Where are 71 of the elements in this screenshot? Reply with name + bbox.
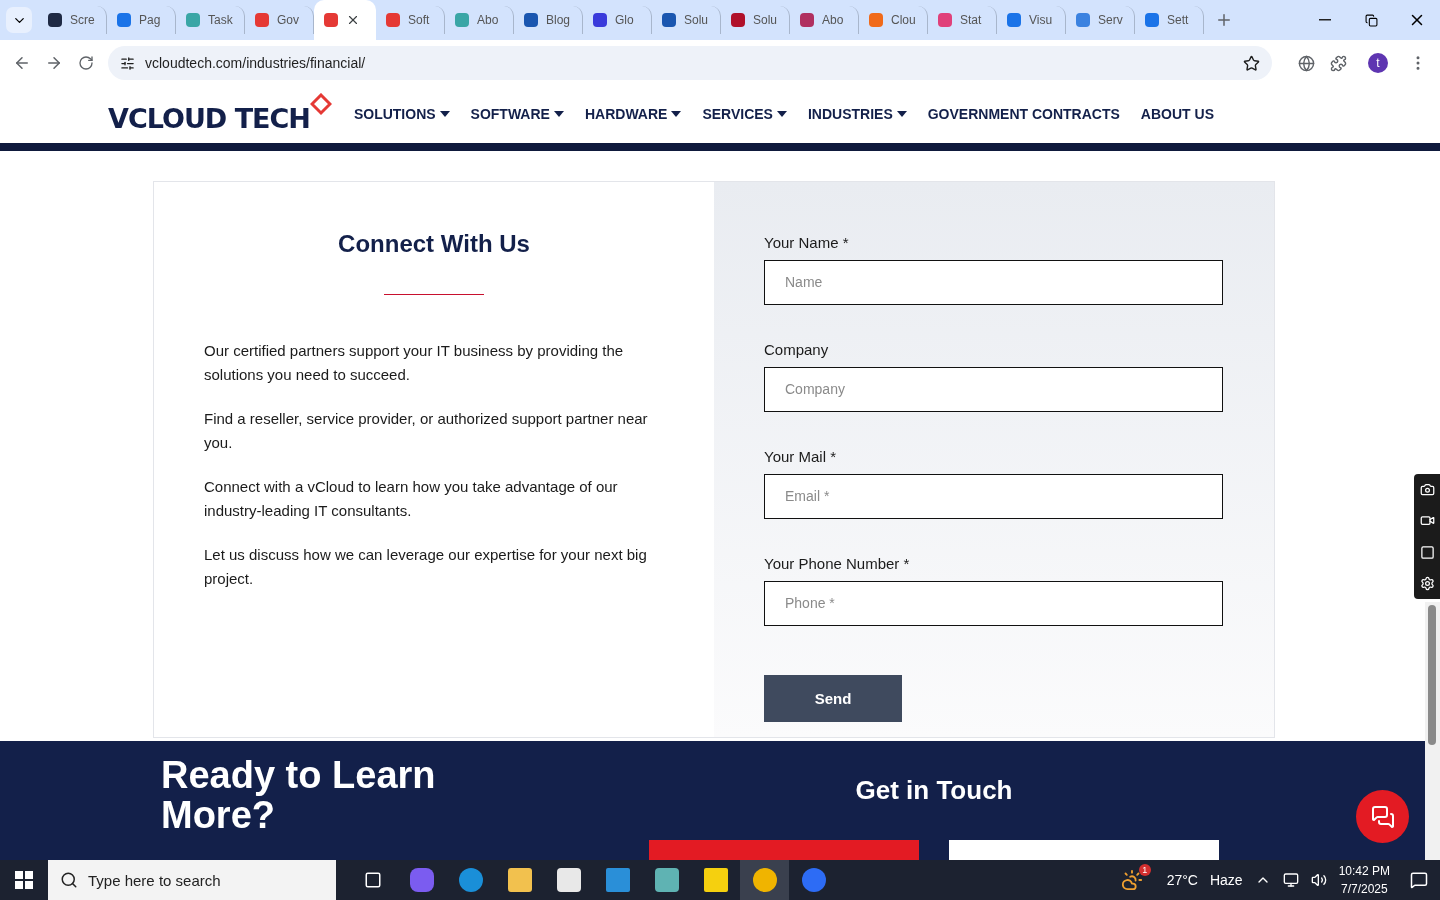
nav-link[interactable]: ABOUT US (1140, 106, 1214, 123)
input-field[interactable]: Email * (764, 473, 1223, 519)
search-icon (60, 871, 78, 889)
scrollbar-thumb[interactable] (1428, 605, 1436, 745)
address-bar[interactable]: vcloudtech.com/industries/financial/ (108, 46, 1272, 80)
browser-tab[interactable]: Serv (1066, 6, 1135, 34)
field-label: Company (764, 340, 830, 358)
browser-tab[interactable] (314, 0, 376, 40)
notifications-icon[interactable] (1410, 871, 1428, 889)
chat-icon (1370, 804, 1395, 829)
site-settings-icon[interactable] (120, 55, 135, 71)
browser-tab[interactable]: Abo (445, 6, 514, 34)
restore-icon (1364, 13, 1378, 27)
clock[interactable]: 10:42 PM 7/7/2025 (1338, 862, 1390, 898)
tab-search-button[interactable] (6, 7, 32, 33)
send-button[interactable]: Send (764, 674, 902, 722)
browser-tab[interactable]: Pag (107, 6, 176, 34)
footer-heading: Ready to Learn More? (161, 755, 437, 838)
browser-tab[interactable]: Glo (583, 6, 652, 34)
field-label: Your Phone Number * (764, 554, 911, 572)
logo-mark-icon (309, 93, 332, 118)
volume-icon[interactable] (1310, 872, 1327, 888)
nav-link[interactable]: SERVICES (702, 106, 787, 123)
profile-avatar[interactable]: t (1368, 53, 1388, 73)
windows-icon (15, 871, 33, 889)
browser-tab[interactable]: Solu (721, 6, 790, 34)
url-text: vcloudtech.com/industries/financial/ (145, 55, 367, 71)
browser-tab[interactable]: Clou (859, 6, 928, 34)
weather-icon[interactable] (1120, 869, 1143, 891)
paragraph: Find a reseller, service provider, or authorized support partner near you. (204, 408, 649, 453)
browser-tab[interactable]: Task (176, 6, 245, 34)
input-field[interactable]: Phone * (764, 580, 1223, 626)
close-icon[interactable] (346, 13, 360, 27)
field-label: Your Name * (764, 233, 850, 251)
plus-icon (1215, 11, 1233, 29)
settings-icon[interactable] (1419, 575, 1435, 591)
paragraph: Connect with a vCloud to learn how you take advantage of our industry-leading IT consultants. (204, 476, 619, 521)
camera-icon[interactable] (1419, 482, 1435, 498)
input-field[interactable]: Company (764, 366, 1223, 412)
scrollbar[interactable] (1425, 602, 1440, 860)
input-field[interactable]: Name (764, 259, 1223, 305)
notification-badge: 1 (1138, 864, 1151, 876)
reload-icon (78, 55, 94, 71)
paragraph: Let us discuss how we can leverage our expertise for your next big project. (204, 544, 648, 589)
browser-tab[interactable]: Solu (652, 6, 721, 34)
search-placeholder: Type here to search (88, 871, 221, 889)
browser-tab[interactable]: Blog (514, 6, 583, 34)
network-icon[interactable] (1282, 872, 1299, 888)
browser-tab[interactable]: Abo (790, 6, 859, 34)
taskbar-search-field[interactable]: Type here to search (48, 860, 336, 900)
footer-subheading: Get in Touch (855, 775, 1013, 806)
browser-tab[interactable]: Scre (38, 6, 107, 34)
nav-link[interactable]: SOFTWARE (470, 106, 564, 123)
nav-link[interactable]: HARDWARE (584, 106, 682, 123)
nav-link[interactable]: GOVERNMENT CONTRACTS (927, 106, 1120, 123)
forward-arrow-icon (45, 54, 63, 72)
bookmark-icon[interactable] (1243, 54, 1260, 72)
browser-tab[interactable]: Visu (997, 6, 1066, 34)
field-label: Your Mail * (764, 447, 837, 465)
nav-link[interactable]: SOLUTIONS (353, 106, 450, 123)
temperature: 27°C (1166, 872, 1198, 888)
section-title: Connect With Us (338, 229, 530, 258)
weather-condition: Haze (1209, 872, 1243, 888)
nav-link[interactable]: INDUSTRIES (807, 106, 907, 123)
site-logo[interactable]: VCLOUD TECH (108, 103, 310, 136)
minimize-icon (1319, 19, 1331, 21)
browser-tab[interactable]: Stat (928, 6, 997, 34)
paragraph: Our certified partners support your IT business by providing the solutions you need to succeed. (204, 340, 625, 385)
browser-tab[interactable]: Soft (376, 6, 445, 34)
browser-tab[interactable]: Sett (1135, 6, 1204, 34)
window-icon[interactable] (1419, 544, 1435, 560)
